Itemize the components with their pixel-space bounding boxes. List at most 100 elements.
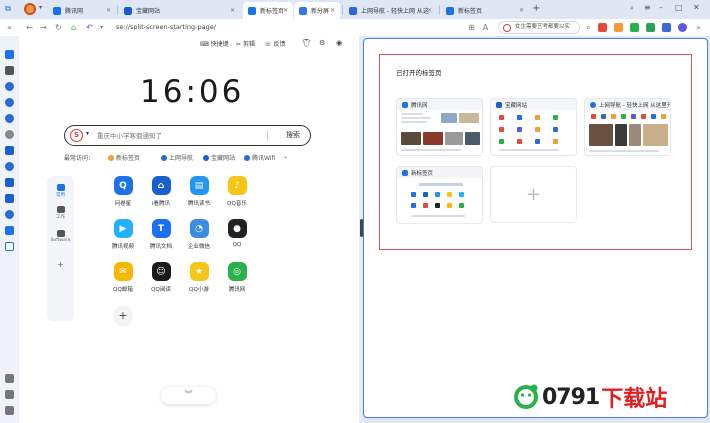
quicklink-icon [203, 154, 209, 161]
tab-new-tab-2[interactable]: 新标签页 ✕ [441, 2, 529, 19]
close-icon[interactable]: ✕ [427, 7, 432, 14]
quicklink-wifi[interactable]: 腾讯Wifi [244, 153, 275, 162]
close-icon[interactable]: ✕ [519, 7, 524, 14]
quicklink-new-tab[interactable]: 新标签页 [108, 153, 140, 162]
chevron-down-icon[interactable]: ⌄ [283, 153, 288, 160]
sidebar-item-folder3-icon[interactable] [5, 194, 14, 203]
search-button[interactable]: 搜索 [286, 130, 300, 140]
refresh-icon[interactable]: ↻ [53, 22, 64, 33]
more-extensions-icon[interactable]: » [693, 22, 704, 33]
category-work[interactable]: 工作 [47, 206, 74, 220]
feedback-button[interactable]: ☏ 反馈 [264, 39, 286, 48]
undo-dropdown-icon[interactable]: ▾ [96, 22, 107, 33]
close-icon[interactable]: ✕ [106, 7, 111, 14]
scroll-down-chevron-icon[interactable]: ︾ [161, 387, 216, 404]
extension-red-icon[interactable] [598, 23, 607, 32]
forward-icon[interactable]: → [38, 22, 49, 33]
dropdown-arrow-icon[interactable]: ▾ [39, 4, 42, 11]
app-icon: T [151, 219, 171, 238]
toolbar-search-icon[interactable]: ⌕ [583, 22, 594, 33]
gear-icon[interactable]: ⚙ [319, 39, 325, 47]
toolbar-search-text: 女生需要艺考都要以实 [515, 24, 571, 30]
sidebar-item-nav-icon[interactable] [5, 82, 14, 91]
close-icon[interactable]: ✕ [283, 7, 288, 14]
sidebar-toggle-icon[interactable]: ⧉ [3, 4, 13, 14]
shortcut-label: 快捷键 [210, 41, 229, 48]
url-input[interactable]: se://split-screen-starting-page/ [116, 22, 216, 33]
close-window-icon[interactable]: ✕ [693, 3, 700, 12]
browser-logo-icon[interactable] [24, 3, 36, 15]
keyboard-icon: ⌨ [200, 41, 209, 48]
category-common[interactable]: 常用 [47, 184, 74, 198]
sidebar-item-folder2-icon[interactable] [5, 178, 14, 187]
undo-close-icon[interactable]: ↶ [84, 22, 95, 33]
back-icon[interactable]: ← [24, 22, 35, 33]
extension-orange-icon[interactable] [614, 23, 623, 32]
minimize-icon[interactable]: – [659, 3, 663, 12]
category-label: 工作 [56, 215, 65, 220]
translate-icon[interactable]: A [480, 22, 491, 33]
search-engine-icon[interactable]: S [70, 129, 83, 142]
opened-tab-card[interactable]: 新标签页 [396, 166, 483, 224]
close-icon[interactable]: ✕ [230, 7, 235, 14]
add-category-icon[interactable]: + [47, 260, 74, 269]
shortcut-button[interactable]: ⌨ 快捷键 [200, 39, 229, 48]
grid-icon[interactable]: ⊞ [466, 22, 477, 33]
quicklink-treasure[interactable]: 宝藏网站 [203, 153, 235, 162]
sidebar-item-nav4-icon[interactable] [5, 162, 14, 171]
add-tab-card-button[interactable]: + [490, 166, 577, 223]
sidebar-item-doc-icon[interactable] [5, 242, 14, 251]
opened-tab-card[interactable]: 腾讯网 [396, 98, 483, 156]
close-icon[interactable]: ✕ [330, 7, 335, 14]
app-label: 腾讯网 [228, 287, 246, 293]
opened-tab-card[interactable]: 上网导航 - 轻快上网 从这里开始 [584, 98, 671, 156]
sidebar-download-icon[interactable] [5, 390, 14, 399]
add-app-button[interactable]: + [113, 306, 133, 326]
tab-favicon-icon [402, 169, 408, 176]
clip-button[interactable]: ✂ 剪辑 [236, 39, 255, 48]
collapse-left-icon[interactable]: « [4, 22, 15, 33]
extension-green-icon[interactable] [630, 23, 639, 32]
extension-leaf-icon[interactable] [646, 23, 655, 32]
quicklink-navigation[interactable]: 上网导航 [161, 153, 193, 162]
sidebar-item-nav2-icon[interactable] [5, 98, 14, 107]
chevron-down-icon[interactable]: ▾ [86, 130, 89, 137]
opened-tab-card[interactable]: 宝藏网站 [490, 98, 577, 156]
extension-blue-icon[interactable] [662, 23, 671, 32]
tab-tencent[interactable]: 腾讯网 ✕ [48, 2, 116, 19]
eye-icon[interactable]: ◉ [336, 39, 342, 47]
tab-split-screen[interactable]: 新分屏 ✕ [294, 2, 340, 19]
app-tile[interactable]: ◎ 腾讯网 [215, 262, 259, 293]
quicklink-icon [244, 154, 250, 161]
sidebar-item-settings-icon[interactable] [5, 130, 14, 139]
tab-favicon-icon [299, 6, 307, 15]
card-thumbnail [491, 110, 576, 155]
sidebar-add-icon[interactable] [5, 374, 14, 383]
home-icon[interactable]: ⌂ [68, 22, 79, 33]
sidebar-item-nav5-icon[interactable] [5, 210, 14, 219]
sidebar-settings-icon[interactable] [5, 406, 14, 415]
category-software[interactable]: Software [47, 230, 74, 243]
sidebar-item-nav3-icon[interactable] [5, 114, 14, 123]
tab-favicon-icon [248, 6, 256, 15]
sidebar-item-page-icon[interactable] [5, 226, 14, 235]
main-search-input[interactable] [97, 129, 257, 142]
shirt-icon[interactable]: 👕︎ [302, 39, 311, 47]
new-tab-plus-icon[interactable]: + [532, 3, 540, 14]
tab-navigation[interactable]: 上网导航 - 轻快上网 从这里开始 ✕ [344, 2, 437, 19]
card-header: 新标签页 [397, 167, 482, 178]
sidebar-item-layers-icon[interactable] [5, 66, 14, 75]
maximize-icon[interactable]: □ [675, 3, 683, 12]
toolbar-search-input[interactable]: 女生需要艺考都要以实 [498, 21, 580, 34]
tab-treasure-sites[interactable]: 宝藏网站 ✕ [119, 2, 240, 19]
tab-favicon-icon [446, 6, 454, 15]
menu-icon[interactable]: ≡ [644, 3, 651, 12]
sidebar-item-folder-icon[interactable] [5, 146, 14, 155]
extension-shield-icon[interactable] [678, 23, 687, 32]
clip-label: 剪辑 [243, 41, 256, 48]
tab-search-icon[interactable]: ⌕ [630, 4, 634, 13]
app-tile[interactable]: ♪ QQ音乐 [215, 176, 259, 207]
sidebar-item-home-icon[interactable] [5, 50, 14, 59]
tab-new-tab-active[interactable]: 新标签页 ✕ [243, 2, 293, 19]
app-tile[interactable]: ● QQ [215, 219, 259, 248]
